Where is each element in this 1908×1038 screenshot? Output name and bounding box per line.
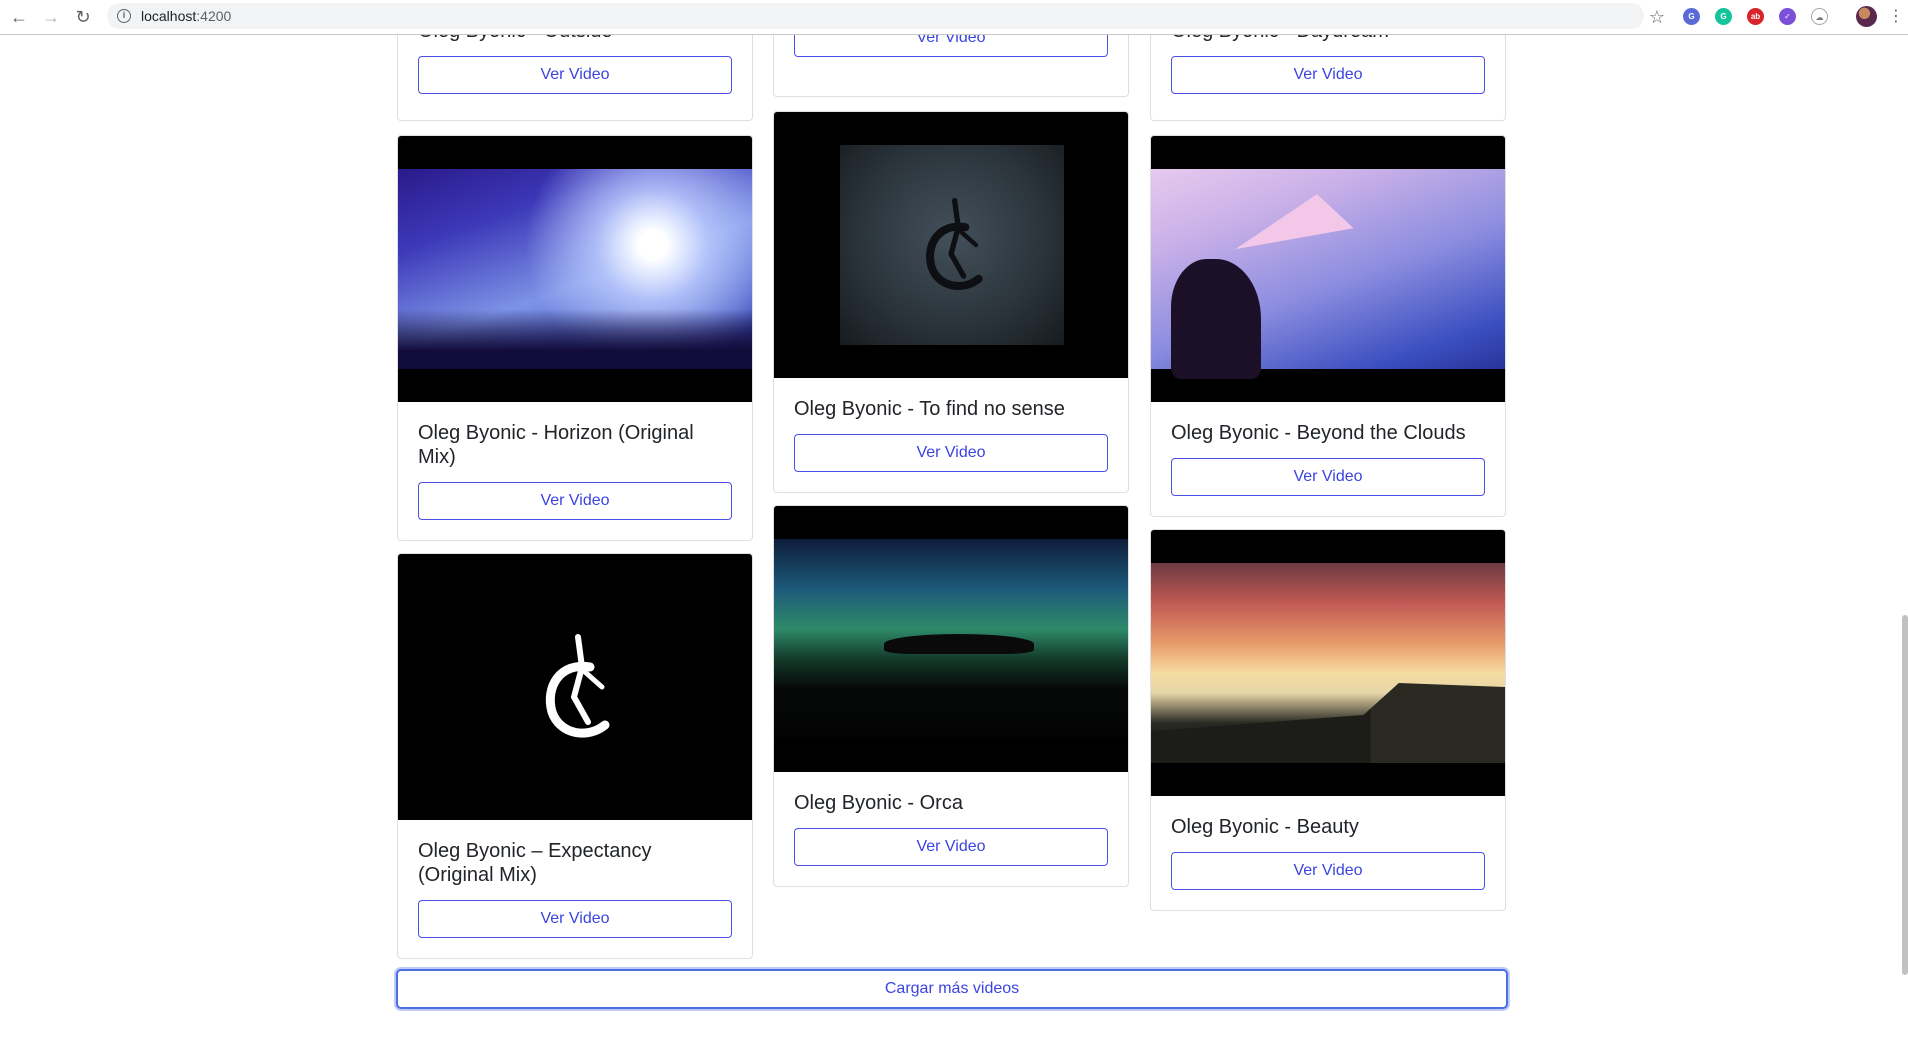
video-title: Oleg Byonic – Expectancy (Original Mix) xyxy=(418,840,652,886)
video-thumbnail[interactable] xyxy=(1151,530,1505,796)
video-title: Oleg Byonic - Beyond the Clouds xyxy=(1171,422,1466,444)
video-title: Oleg Byonic - Horizon (Original Mix) xyxy=(418,422,694,468)
video-thumbnail[interactable] xyxy=(774,506,1128,772)
translate-extension-icon[interactable]: G xyxy=(1683,8,1700,25)
video-card: Oleg Byonic - Orca Ver Video xyxy=(773,505,1129,887)
profile-avatar[interactable] xyxy=(1856,6,1877,27)
video-thumbnail[interactable] xyxy=(398,554,752,820)
ver-video-button[interactable]: Ver Video xyxy=(418,482,732,520)
forward-arrow-icon[interactable]: → xyxy=(38,4,64,30)
video-thumbnail[interactable] xyxy=(774,112,1128,378)
byonic-logo-icon xyxy=(545,634,610,738)
address-bar[interactable]: i localhost:4200 xyxy=(107,3,1644,29)
cloud-extension-icon[interactable]: ☁ xyxy=(1811,8,1828,25)
ver-video-button[interactable]: Ver Video xyxy=(794,434,1108,472)
load-more-button[interactable]: Cargar más videos xyxy=(396,969,1508,1009)
reload-icon[interactable]: ↻ xyxy=(70,4,96,30)
video-title: Oleg Byonic - To find no sense xyxy=(794,398,1065,420)
ver-video-button[interactable]: Ver Video xyxy=(418,900,732,938)
ver-video-button[interactable]: Ver Video xyxy=(794,828,1108,866)
menu-icon[interactable]: ⋮ xyxy=(1888,4,1904,30)
byonic-logo-icon xyxy=(926,197,983,290)
scrollbar[interactable] xyxy=(1902,615,1908,975)
ver-video-button[interactable]: Ver Video xyxy=(1171,852,1485,890)
video-card: Oleg Byonic - Beauty Ver Video xyxy=(1150,529,1506,911)
video-card: Oleg Byonic - Beyond the Clouds Ver Vide… xyxy=(1150,135,1506,517)
video-card: Oleg Byonic – Expectancy (Original Mix) … xyxy=(397,553,753,959)
video-title: Oleg Byonic - Daydream xyxy=(1171,35,1485,43)
video-gallery-page: Oleg Byonic - Outside Ver Video Ver Vide… xyxy=(0,35,1908,1038)
video-title: Oleg Byonic - Outside xyxy=(418,35,732,43)
ver-video-button[interactable]: Ver Video xyxy=(794,35,1108,57)
video-card: Oleg Byonic - Daydream Ver Video xyxy=(1150,35,1506,121)
checkmark-extension-icon[interactable]: ✓ xyxy=(1779,8,1796,25)
star-icon[interactable]: ☆ xyxy=(1644,4,1670,30)
video-title: Oleg Byonic - Orca xyxy=(794,792,963,814)
url-text[interactable]: localhost:4200 xyxy=(141,3,231,29)
grammarly-extension-icon[interactable]: G xyxy=(1715,8,1732,25)
ver-video-button[interactable]: Ver Video xyxy=(418,56,732,94)
browser-toolbar: ← → ↻ i localhost:4200 ☆ G G ab ✓ ☁ ⋮ xyxy=(0,0,1908,35)
video-card: Ver Video xyxy=(773,35,1129,97)
ver-video-button[interactable]: Ver Video xyxy=(1171,56,1485,94)
video-card: Oleg Byonic - To find no sense Ver Video xyxy=(773,111,1129,493)
video-title: Oleg Byonic - Beauty xyxy=(1171,816,1359,838)
info-icon[interactable]: i xyxy=(117,9,131,23)
adblock-extension-icon[interactable]: ab xyxy=(1747,8,1764,25)
video-thumbnail[interactable] xyxy=(1151,136,1505,402)
video-card: Oleg Byonic - Horizon (Original Mix) Ver… xyxy=(397,135,753,541)
back-arrow-icon[interactable]: ← xyxy=(6,4,32,30)
ver-video-button[interactable]: Ver Video xyxy=(1171,458,1485,496)
video-thumbnail[interactable] xyxy=(398,136,752,402)
video-card: Oleg Byonic - Outside Ver Video xyxy=(397,35,753,121)
